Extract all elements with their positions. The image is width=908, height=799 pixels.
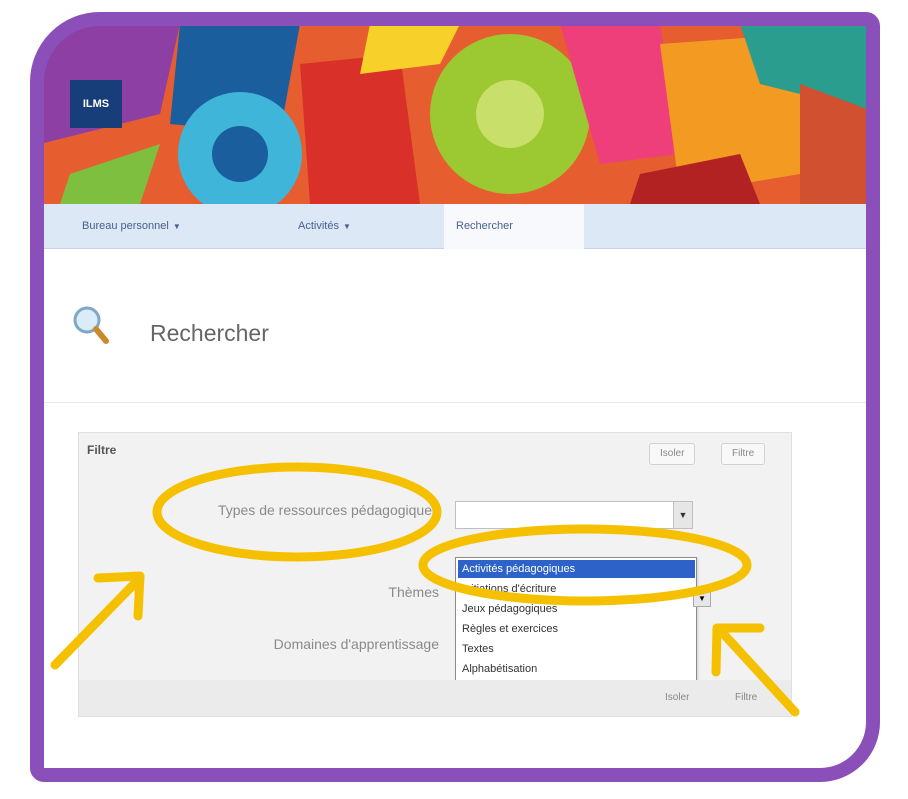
isoler-button-footer[interactable]: Isoler bbox=[655, 688, 699, 708]
banner-graphic bbox=[40, 24, 880, 204]
field-label-domaines: Domaines d'apprentissage bbox=[273, 636, 439, 652]
dropdown-option-selected[interactable]: Activités pédagogiques bbox=[458, 560, 695, 578]
chevron-down-icon: ▼ bbox=[342, 222, 351, 231]
dropdown-option[interactable]: Textes bbox=[458, 640, 695, 658]
nav-item-bureau-personnel[interactable]: Bureau personnel ▼ bbox=[82, 220, 181, 232]
dropdown-option[interactable]: Initiations d'écriture bbox=[458, 580, 695, 598]
filter-header-label: Filtre bbox=[87, 443, 117, 457]
types-dropdown-list[interactable]: Activités pédagogiques Initiations d'écr… bbox=[455, 557, 697, 695]
filter-footer: Isoler Filtre bbox=[79, 680, 791, 716]
isoler-button[interactable]: Isoler bbox=[649, 443, 696, 465]
dropdown-option[interactable]: Jeux pédagogiques bbox=[458, 600, 695, 618]
filtre-button-footer[interactable]: Filtre bbox=[725, 688, 767, 708]
chevron-down-icon: ▼ bbox=[172, 222, 181, 231]
nav-item-activites[interactable]: Activités ▼ bbox=[298, 220, 351, 232]
filtre-button[interactable]: Filtre bbox=[721, 443, 766, 465]
site-banner: ILMS bbox=[40, 24, 880, 204]
browser-screen: ILMS Bureau personnel ▼ Activités ▼ Recher… bbox=[40, 24, 880, 774]
search-icon bbox=[73, 306, 109, 344]
screenshot-stage: ILMS Bureau personnel ▼ Activités ▼ Recher… bbox=[0, 0, 908, 799]
filter-panel: Filtre Isoler Filtre Types de ressources… bbox=[78, 432, 792, 717]
nav-item-label: Activités bbox=[298, 220, 339, 232]
site-logo[interactable]: ILMS bbox=[70, 80, 122, 128]
types-ressources-select[interactable]: ▼ bbox=[455, 501, 693, 529]
page-title: Rechercher bbox=[150, 320, 269, 346]
field-label-types: Types de ressources pédagogiques bbox=[217, 502, 439, 518]
chevron-down-icon: ▼ bbox=[673, 502, 692, 528]
dropdown-option[interactable]: Alphabétisation bbox=[458, 660, 695, 678]
dropdown-option[interactable]: Règles et exercices bbox=[458, 620, 695, 638]
themes-select-arrow[interactable]: ▼ bbox=[693, 589, 711, 607]
nav-item-label: Rechercher bbox=[456, 220, 513, 232]
nav-item-rechercher[interactable]: Rechercher bbox=[456, 220, 513, 232]
nav-item-label: Bureau personnel bbox=[82, 220, 169, 232]
divider bbox=[40, 402, 880, 403]
field-label-themes: Thèmes bbox=[388, 584, 439, 600]
chevron-down-icon: ▼ bbox=[698, 593, 706, 603]
